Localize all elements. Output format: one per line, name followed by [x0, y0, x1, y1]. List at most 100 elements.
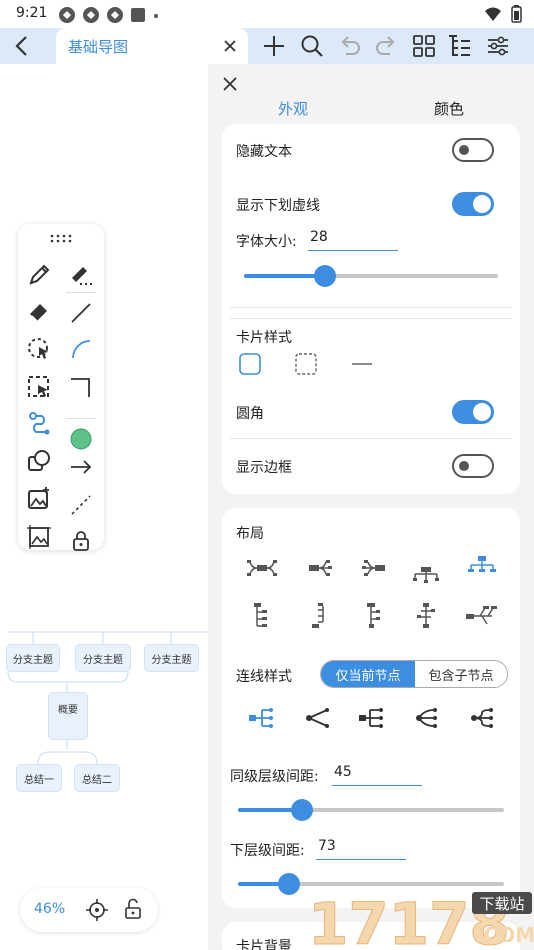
- unlock-icon[interactable]: [122, 898, 144, 920]
- summary-node[interactable]: 概要: [48, 692, 88, 740]
- pen-tool[interactable]: [26, 262, 52, 288]
- eraser-tool[interactable]: [26, 298, 52, 324]
- child-spacing-input[interactable]: 73: [316, 838, 406, 860]
- corner-line-icon: [71, 378, 90, 397]
- card-style-line[interactable]: [348, 350, 380, 378]
- locate-center-icon[interactable]: [86, 899, 108, 921]
- node-label: 总结一: [24, 774, 54, 786]
- redo-button[interactable]: [372, 32, 400, 60]
- branch-topic-node[interactable]: 分支主题: [75, 644, 131, 672]
- layout-org-down-icon: [413, 567, 439, 583]
- layout-fishbone-vertical[interactable]: [410, 602, 442, 630]
- layout-vertical-icon: [417, 603, 435, 628]
- color-swatch-icon: [70, 428, 92, 450]
- show-underline-toggle[interactable]: [452, 192, 494, 216]
- child-spacing-slider-thumb[interactable]: [278, 873, 300, 895]
- arrow-tool[interactable]: [68, 454, 94, 480]
- system-icons: [484, 5, 522, 23]
- branch-line-straight-icon: [249, 708, 273, 728]
- layout-right[interactable]: [306, 554, 338, 582]
- section-divider: [230, 307, 512, 308]
- layout-org-selected[interactable]: [466, 552, 498, 580]
- document-tab[interactable]: 基础导图: [56, 28, 248, 64]
- line-style-rounded[interactable]: [466, 704, 498, 732]
- font-size-slider-thumb[interactable]: [314, 265, 336, 287]
- back-button[interactable]: [8, 32, 36, 60]
- font-size-input[interactable]: 28: [308, 229, 398, 251]
- outline-view-button[interactable]: [446, 32, 474, 60]
- search-button[interactable]: [298, 32, 326, 60]
- conclusion-node[interactable]: 总结一: [16, 764, 62, 792]
- conclusion-node[interactable]: 总结二: [74, 764, 120, 792]
- color-picker[interactable]: [68, 426, 94, 452]
- shape-tool[interactable]: [26, 448, 52, 474]
- dashed-line-tool[interactable]: [68, 492, 94, 518]
- rounded-corner-toggle[interactable]: [452, 400, 494, 424]
- undo-button[interactable]: [336, 32, 364, 60]
- arc-icon: [72, 340, 91, 359]
- image-frame-tool[interactable]: [26, 524, 52, 550]
- tab-color[interactable]: 颜色: [434, 98, 464, 119]
- lock-tool[interactable]: [68, 528, 94, 554]
- branch-topic-node[interactable]: 分支主题: [144, 644, 199, 672]
- insert-image-tool[interactable]: [26, 486, 52, 512]
- settings-button[interactable]: [484, 32, 512, 60]
- line-tool[interactable]: [68, 300, 94, 326]
- mindmap-canvas[interactable]: 分支主题 分支主题 分支主题 概要 总结一 总结二 46%: [0, 64, 208, 950]
- line-style-bracket[interactable]: [356, 704, 388, 732]
- app-notification-icon: [59, 7, 75, 23]
- card-style-dashed[interactable]: [292, 350, 324, 378]
- branch-line-bracket-icon: [359, 708, 383, 728]
- line-style-straight-branch[interactable]: [246, 704, 278, 732]
- layout-down[interactable]: [410, 558, 442, 586]
- show-border-toggle[interactable]: [452, 454, 494, 478]
- line-icon: [71, 303, 91, 323]
- hide-text-toggle[interactable]: [452, 138, 494, 162]
- add-button[interactable]: [260, 32, 288, 60]
- layout-tree-left[interactable]: [302, 602, 334, 630]
- tab-appearance[interactable]: 外观: [278, 98, 308, 119]
- hide-text-label: 隐藏文本: [236, 144, 292, 160]
- node-label: 概要: [58, 705, 78, 716]
- drag-handle-icon[interactable]: [49, 234, 73, 244]
- layout-timeline-down[interactable]: [356, 602, 388, 630]
- card-style-rounded[interactable]: [236, 350, 268, 378]
- rounded-corner-label: 圆角: [236, 406, 264, 422]
- grid-view-button[interactable]: [410, 32, 438, 60]
- layout-bidirectional[interactable]: [246, 554, 278, 582]
- layout-bidirectional-icon: [247, 560, 277, 576]
- line-style-diagonal[interactable]: [302, 704, 334, 732]
- node-label: 总结二: [82, 774, 112, 786]
- scope-current-node-option[interactable]: 仅当前节点: [321, 661, 415, 687]
- layout-tree-left-icon: [312, 603, 324, 628]
- rect-select-icon: [28, 376, 49, 397]
- scope-with-children-option[interactable]: 包含子节点: [415, 661, 507, 687]
- zoom-bar: 46%: [20, 888, 158, 932]
- dashed-line-icon: [71, 495, 91, 515]
- rect-select-tool[interactable]: [26, 374, 52, 400]
- child-spacing-label: 下层级间距:: [230, 843, 305, 859]
- dotted-pen-tool[interactable]: [68, 262, 94, 288]
- arc-tool[interactable]: [68, 336, 94, 362]
- more-notifications-icon: [154, 14, 158, 18]
- sibling-spacing-input[interactable]: 45: [332, 764, 422, 786]
- tab-close-button[interactable]: [220, 36, 240, 56]
- connector-tool[interactable]: [26, 410, 52, 436]
- layout-fishbone[interactable]: [466, 602, 498, 630]
- plus-icon: [264, 36, 284, 56]
- lasso-tool[interactable]: [26, 336, 52, 362]
- status-time: 9:21: [16, 5, 48, 21]
- eraser-icon: [30, 304, 47, 322]
- layout-tree-right[interactable]: [246, 602, 278, 630]
- corner-line-tool[interactable]: [68, 374, 94, 400]
- line-style-curved[interactable]: [410, 704, 442, 732]
- close-icon: [223, 77, 237, 91]
- branch-topic-node[interactable]: 分支主题: [6, 644, 60, 672]
- zoom-level[interactable]: 46%: [34, 901, 65, 917]
- toolbox-divider: [66, 292, 96, 293]
- panel-close-button[interactable]: [220, 74, 240, 94]
- layout-left[interactable]: [356, 554, 388, 582]
- layout-left-icon: [362, 560, 385, 576]
- sibling-spacing-slider-thumb[interactable]: [291, 799, 313, 821]
- layout-timeline-icon: [367, 603, 380, 628]
